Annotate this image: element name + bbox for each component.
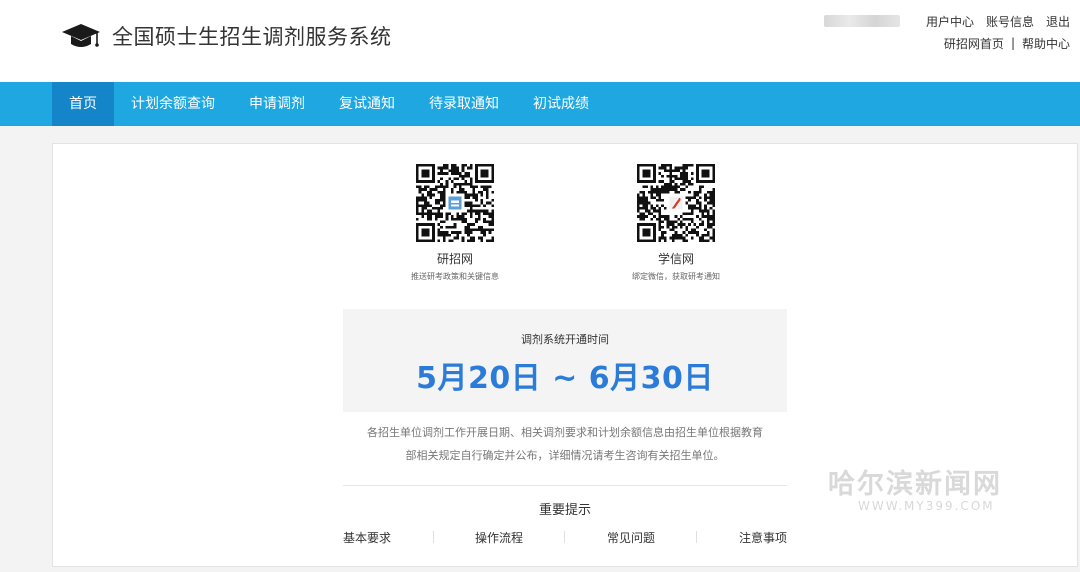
tip-procedure[interactable]: 操作流程 [475,529,523,546]
nav-home[interactable]: 首页 [52,82,114,126]
account-info-link[interactable]: 账号信息 [986,13,1034,30]
watermark-url: WWW.MY399.COM [858,499,995,513]
qr-yanzhao: 研招网 推送研考政策和关键信息 [380,164,530,282]
qr-code-icon [637,164,715,242]
brand[interactable]: 全国硕士生招生调剂服务系统 [60,20,392,52]
watermark-text: 哈尔滨新闻网 [828,469,1002,500]
link-separator: | [1010,36,1015,50]
tip-basic-requirements[interactable]: 基本要求 [343,529,391,546]
tips-links: 基本要求 操作流程 常见问题 注意事项 [343,527,787,547]
main-nav: 首页 计划余额查询 申请调剂 复试通知 待录取通知 初试成绩 [0,82,1080,126]
user-area: 用户中心 账号信息 退出 研招网首页 | 帮助中心 [823,12,1070,52]
tips-title: 重要提示 [538,503,591,518]
qr-xuexin: 学信网 绑定微信，获取研考通知 [601,164,751,282]
tip-notes[interactable]: 注意事项 [739,529,787,546]
yanzhao-home-link[interactable]: 研招网首页 [944,35,1004,52]
help-center-link[interactable]: 帮助中心 [1022,35,1070,52]
notice-line: 各招生单位调剂工作开展日期、相关调剂要求和计划余额信息由招生单位根据教育 [367,426,763,439]
qr-name: 学信网 [657,252,694,266]
qr-desc: 绑定微信，获取研考通知 [632,272,720,281]
nav-plan-balance[interactable]: 计划余额查询 [114,82,232,126]
site-title: 全国硕士生招生调剂服务系统 [112,25,392,49]
user-center-link[interactable]: 用户中心 [926,13,974,30]
divider [432,531,434,543]
open-time-label: 调剂系统开通时间 [521,333,609,346]
qr-code-icon [416,164,494,242]
divider [564,531,566,543]
nav-retest-notice[interactable]: 复试通知 [322,82,412,126]
nav-admission-notice[interactable]: 待录取通知 [412,82,516,126]
logout-link[interactable]: 退出 [1046,13,1070,30]
divider [696,531,698,543]
tip-faq[interactable]: 常见问题 [607,529,655,546]
watermark: 哈尔滨新闻网 WWW.MY399.COM [828,462,1028,522]
notice-text: 各招生单位调剂工作开展日期、相关调剂要求和计划余额信息由招生单位根据教育 部相关… [323,421,807,467]
qr-desc: 推送研考政策和关键信息 [411,272,499,281]
nav-exam-scores[interactable]: 初试成绩 [516,82,606,126]
notice-line: 部相关规定自行确定并公布，详细情况请考生咨询有关招生单位。 [405,449,725,462]
header: 全国硕士生招生调剂服务系统 用户中心 账号信息 退出 研招网首页 | 帮助中心 [0,0,1080,82]
divider [343,485,787,486]
open-time-dates: 5月20日 ~ 6月30日 [416,361,714,396]
username-redacted [823,15,900,27]
graduation-cap-icon [60,21,102,51]
open-time-box: 调剂系统开通时间 5月20日 ~ 6月30日 [343,309,787,412]
nav-apply-adjust[interactable]: 申请调剂 [232,82,322,126]
qr-name: 研招网 [436,252,473,266]
